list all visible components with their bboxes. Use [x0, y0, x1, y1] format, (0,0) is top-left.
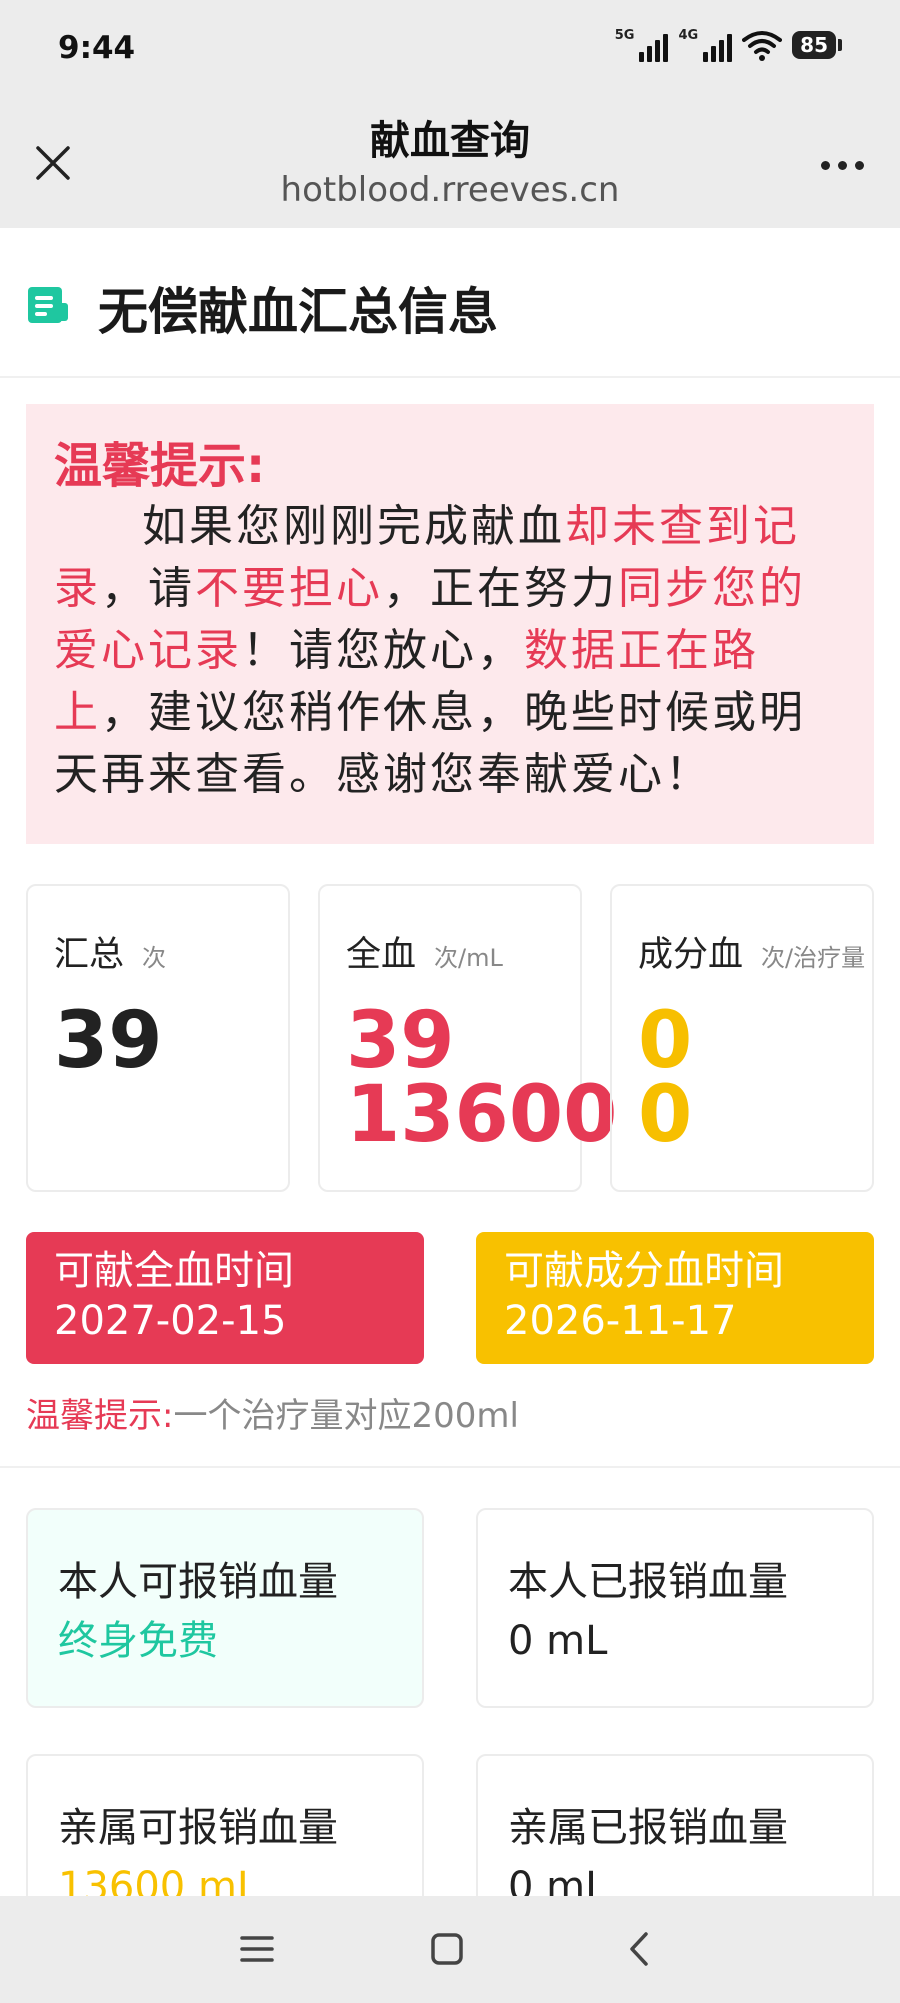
more-button[interactable] — [812, 140, 872, 190]
stat-unit: 次/mL — [434, 944, 503, 972]
back-icon — [630, 1932, 648, 1966]
signal-5g-icon: 5G — [615, 28, 669, 62]
component-blood-date-button[interactable]: 可献成分血时间 2026-11-17 — [476, 1232, 874, 1364]
stat-card-whole-blood: 全血 次/mL 39 13600 — [318, 884, 617, 1192]
signal-4g-label: 4G — [678, 28, 699, 43]
stat-value: 0 0 — [638, 996, 693, 1160]
notice-segment-highlight: 不要担心 — [195, 563, 383, 614]
self-reimbursed-label: 本人已报销血量 — [508, 1559, 788, 1605]
notice-segment: 如果您刚刚完成献血 — [142, 501, 565, 552]
family-reimbursable-label: 亲属可报销血量 — [58, 1805, 338, 1851]
self-reimbursable-value: 终身免费 — [58, 1618, 218, 1664]
home-button[interactable] — [422, 1924, 472, 1974]
stat-label: 成分血 次/治疗量 — [638, 926, 865, 977]
stat-card-total: 汇总次 39 — [26, 884, 290, 1192]
signal-4g-icon: 4G — [678, 28, 733, 62]
more-icon — [820, 160, 830, 170]
home-icon — [431, 1933, 463, 1965]
page-title: 献血查询 — [370, 118, 530, 164]
self-reimbursed-value: 0 mL — [508, 1618, 608, 1664]
notice-segment: ，建议您稍作休息，晚些时候或明天再来查看。感谢您奉献爱心！ — [54, 687, 806, 800]
section-title: 无偿献血汇总信息 — [98, 283, 498, 341]
stat-value-volume: 13600 — [346, 1070, 618, 1160]
page-url: hotblood.rreeves.cn — [280, 170, 620, 210]
tip-text: 一个治疗量对应200ml — [173, 1396, 519, 1436]
whole-blood-date: 2027-02-15 — [54, 1298, 287, 1344]
notice-segment: ！请您放心， — [242, 625, 524, 676]
stat-value: 39 — [54, 996, 163, 1086]
tip-prefix: 温馨提示: — [26, 1396, 174, 1436]
whole-blood-date-label: 可献全血时间 — [54, 1248, 294, 1294]
stat-label-text: 汇总 — [54, 935, 125, 975]
menu-icon — [240, 1936, 274, 1962]
notice-title: 温馨提示: — [54, 438, 266, 494]
stat-unit: 次 — [142, 944, 167, 972]
stat-label: 全血 次/mL — [346, 926, 503, 977]
stat-label: 汇总次 — [54, 926, 166, 977]
status-icons: 5G 4G 85 — [615, 28, 842, 62]
document-icon — [28, 287, 68, 323]
battery-level: 85 — [792, 31, 836, 59]
stat-card-component-blood: 成分血 次/治疗量 0 0 — [610, 884, 874, 1192]
back-button[interactable] — [614, 1924, 664, 1974]
wifi-icon — [742, 31, 783, 61]
system-nav-bar — [0, 1896, 900, 2003]
component-blood-date: 2026-11-17 — [504, 1298, 737, 1344]
stat-value-count: 39 — [346, 996, 455, 1086]
stat-label-text: 成分血 — [638, 935, 744, 975]
stat-value-volume: 0 — [638, 1070, 693, 1160]
notice-segment: ，请 — [101, 563, 195, 614]
browser-header: 9:44 5G 4G 85 献血查询 hotblood.rreeves.cn — [0, 0, 900, 228]
self-reimbursable-label: 本人可报销血量 — [58, 1559, 338, 1605]
menu-button[interactable] — [232, 1924, 282, 1974]
self-reimbursable-card: 本人可报销血量 终身免费 — [26, 1508, 424, 1708]
whole-blood-date-button[interactable]: 可献全血时间 2027-02-15 — [26, 1232, 424, 1364]
section-header: 无偿献血汇总信息 — [0, 228, 900, 378]
stat-label-text: 全血 — [346, 935, 417, 975]
treatment-unit-tip: 温馨提示:一个治疗量对应200ml — [26, 1388, 519, 1437]
notice-body: 如果您刚刚完成献血却未查到记录，请不要担心，正在努力同步您的爱心记录！请您放心，… — [54, 496, 846, 806]
stat-value-count: 0 — [638, 996, 693, 1086]
status-time: 9:44 — [58, 30, 136, 66]
divider — [0, 1466, 900, 1468]
family-reimbursed-label: 亲属已报销血量 — [508, 1805, 788, 1851]
warm-notice: 温馨提示: 如果您刚刚完成献血却未查到记录，请不要担心，正在努力同步您的爱心记录… — [26, 404, 874, 844]
signal-5g-label: 5G — [614, 28, 635, 43]
stat-value-count: 39 — [54, 996, 163, 1086]
stat-unit: 次/治疗量 — [761, 944, 866, 972]
component-blood-date-label: 可献成分血时间 — [504, 1248, 784, 1294]
stat-value: 39 13600 — [346, 996, 618, 1160]
self-reimbursed-card: 本人已报销血量 0 mL — [476, 1508, 874, 1708]
notice-segment: ，正在努力 — [383, 563, 618, 614]
battery-icon: 85 — [792, 31, 842, 59]
